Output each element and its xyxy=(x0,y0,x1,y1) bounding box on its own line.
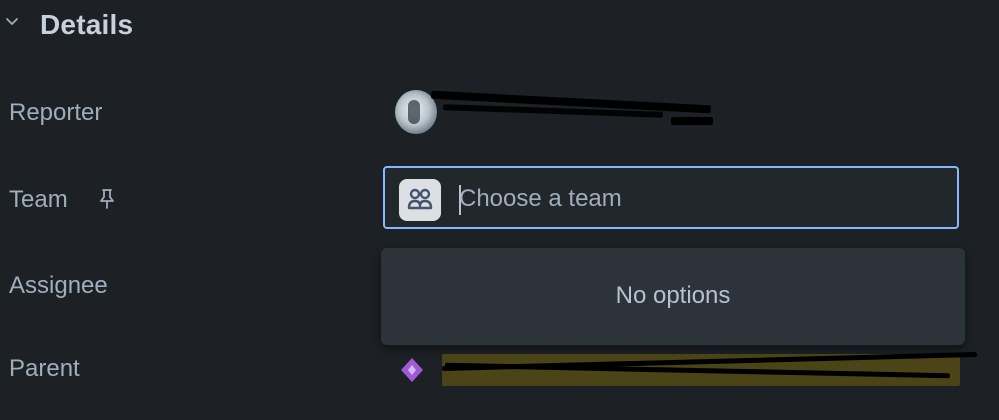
team-search-input[interactable] xyxy=(459,180,939,218)
reporter-value[interactable] xyxy=(393,86,723,140)
section-title: Details xyxy=(40,9,134,40)
chevron-down-icon[interactable] xyxy=(4,14,20,30)
assignee-label: Assignee xyxy=(9,272,108,299)
team-options-dropdown: No options xyxy=(381,248,965,345)
reporter-label: Reporter xyxy=(9,99,103,126)
parent-label: Parent xyxy=(9,355,80,382)
text-caret xyxy=(459,185,461,215)
no-options-message: No options xyxy=(615,282,731,309)
pin-icon[interactable] xyxy=(97,188,117,210)
parent-issue-icon xyxy=(401,358,423,382)
parent-issue-link[interactable] xyxy=(395,350,977,390)
team-icon xyxy=(399,179,441,221)
team-label: Team xyxy=(9,186,68,213)
redacted-name xyxy=(671,117,713,125)
team-combobox[interactable] xyxy=(383,166,959,229)
